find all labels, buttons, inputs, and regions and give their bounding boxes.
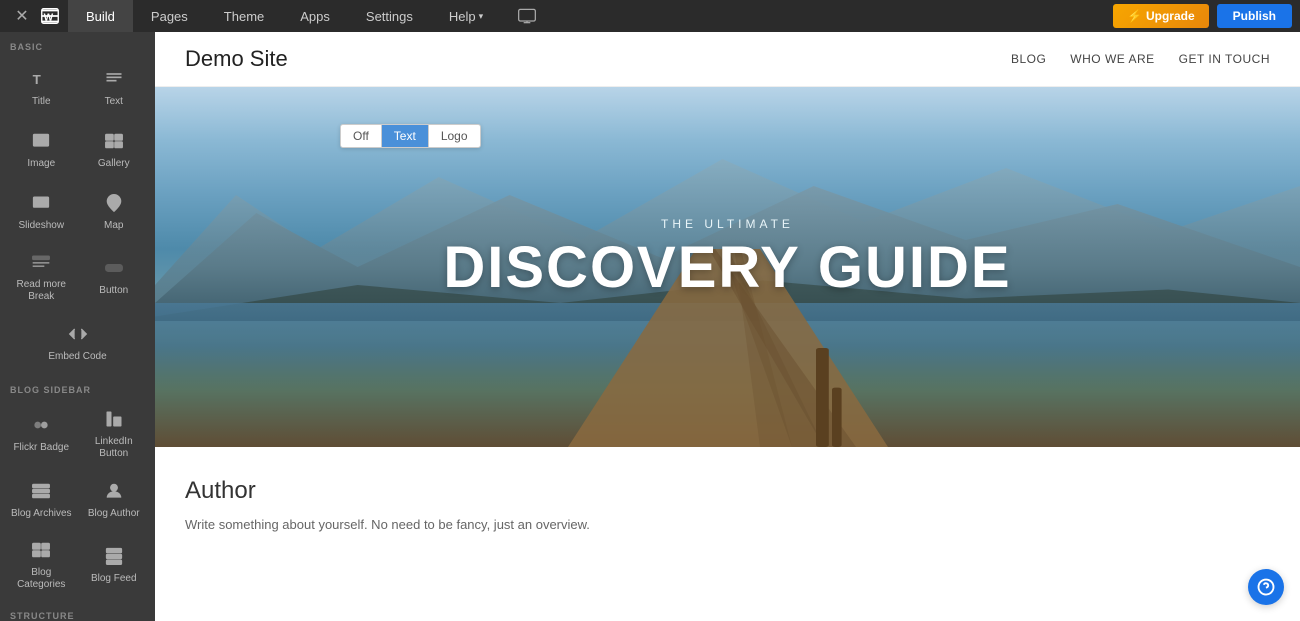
- button-icon: [104, 258, 124, 281]
- author-description: Write something about yourself. No need …: [185, 515, 1270, 536]
- linkedin-icon: [104, 409, 124, 432]
- widget-embed[interactable]: Embed Code: [6, 313, 149, 373]
- tab-apps[interactable]: Apps: [282, 0, 348, 32]
- hero-section: THE ULTIMATE DISCOVERY GUIDE: [155, 87, 1300, 447]
- widget-linkedin[interactable]: LinkedIn Button: [79, 401, 150, 468]
- widget-blog-archives-label: Blog Archives: [11, 508, 72, 520]
- section-label-basic: BASIC: [0, 32, 155, 56]
- widget-gallery-label: Gallery: [98, 158, 130, 170]
- logo-toggle-bar: Off Text Logo: [340, 124, 481, 148]
- weebly-logo: W: [36, 0, 64, 32]
- nav-get-in-touch[interactable]: GET IN TOUCH: [1179, 52, 1270, 66]
- chevron-down-icon: ▾: [479, 11, 484, 22]
- hero-title: DISCOVERY GUIDE: [443, 239, 1011, 297]
- blog-feed-icon: [104, 546, 124, 569]
- lightning-icon: ⚡: [1127, 9, 1142, 23]
- close-button[interactable]: ✕: [8, 0, 36, 32]
- site-title: Demo Site: [185, 46, 288, 72]
- widget-title[interactable]: T Title: [6, 58, 77, 118]
- map-icon: [104, 193, 124, 216]
- widget-map[interactable]: Map: [79, 182, 150, 242]
- widget-blog-feed[interactable]: Blog Feed: [79, 532, 150, 599]
- widget-flickr[interactable]: Flickr Badge: [6, 401, 77, 468]
- sidebar: BASIC T Title Text Image: [0, 32, 155, 621]
- svg-text:W: W: [44, 13, 54, 24]
- embed-icon: [68, 324, 88, 347]
- tab-settings[interactable]: Settings: [348, 0, 431, 32]
- widget-blog-author-label: Blog Author: [88, 508, 140, 520]
- tab-build[interactable]: Build: [68, 0, 133, 32]
- flickr-icon: [31, 415, 51, 438]
- hero-overlay: THE ULTIMATE DISCOVERY GUIDE: [155, 87, 1300, 447]
- tab-pages[interactable]: Pages: [133, 0, 206, 32]
- widget-button[interactable]: Button: [79, 244, 150, 311]
- widget-blog-categories-label: Blog Categories: [10, 567, 73, 591]
- blog-archives-icon: [31, 481, 51, 504]
- content-area: Demo Site BLOG WHO WE ARE GET IN TOUCH O…: [155, 32, 1300, 621]
- widget-image-label: Image: [27, 158, 55, 170]
- widget-linkedin-label: LinkedIn Button: [83, 436, 146, 460]
- widget-blog-archives[interactable]: Blog Archives: [6, 470, 77, 530]
- site-nav: BLOG WHO WE ARE GET IN TOUCH: [1011, 52, 1270, 66]
- author-box: Author Write something about yourself. N…: [185, 477, 1270, 536]
- nav-who-we-are[interactable]: WHO WE ARE: [1070, 52, 1154, 66]
- title-icon: T: [31, 69, 51, 92]
- upgrade-button[interactable]: ⚡Upgrade: [1113, 4, 1209, 28]
- sidebar-section: Author Write something about yourself. N…: [155, 447, 1300, 566]
- widget-map-label: Map: [104, 220, 123, 232]
- toggle-off[interactable]: Off: [341, 125, 382, 147]
- widget-text[interactable]: Text: [79, 58, 150, 118]
- main-layout: BASIC T Title Text Image: [0, 32, 1300, 621]
- widget-button-label: Button: [99, 285, 128, 297]
- widget-grid-basic: T Title Text Image Gallery: [0, 56, 155, 375]
- help-bubble[interactable]: [1248, 569, 1284, 605]
- widget-image[interactable]: Image: [6, 120, 77, 180]
- gallery-icon: [104, 131, 124, 154]
- toggle-text[interactable]: Text: [382, 125, 429, 147]
- publish-button[interactable]: Publish: [1217, 4, 1292, 28]
- section-label-blog-sidebar: BLOG SIDEBAR: [0, 375, 155, 399]
- site-preview[interactable]: Demo Site BLOG WHO WE ARE GET IN TOUCH O…: [155, 32, 1300, 621]
- readmore-icon: [31, 252, 51, 275]
- widget-text-label: Text: [105, 96, 123, 108]
- device-preview-icon[interactable]: [509, 6, 545, 26]
- site-header: Demo Site BLOG WHO WE ARE GET IN TOUCH: [155, 32, 1300, 87]
- widget-blog-categories[interactable]: Blog Categories: [6, 532, 77, 599]
- text-icon: [104, 69, 124, 92]
- blog-author-icon: [104, 481, 124, 504]
- hero-subtitle: THE ULTIMATE: [661, 217, 794, 231]
- tab-theme[interactable]: Theme: [206, 0, 282, 32]
- slideshow-icon: [31, 193, 51, 216]
- widget-readmore-label: Read more Break: [10, 279, 73, 303]
- top-bar-right: ⚡Upgrade Publish: [1113, 4, 1300, 28]
- nav-blog[interactable]: BLOG: [1011, 52, 1046, 66]
- widget-blog-author[interactable]: Blog Author: [79, 470, 150, 530]
- svg-text:T: T: [33, 72, 41, 87]
- author-title: Author: [185, 477, 1270, 505]
- top-bar: ✕ W Build Pages Theme Apps Settings Help…: [0, 0, 1300, 32]
- toggle-logo[interactable]: Logo: [429, 125, 480, 147]
- top-bar-left: ✕ W Build Pages Theme Apps Settings Help…: [8, 0, 545, 32]
- nav-tabs: Build Pages Theme Apps Settings Help ▾: [68, 0, 501, 32]
- widget-embed-label: Embed Code: [48, 351, 106, 363]
- widget-slideshow[interactable]: Slideshow: [6, 182, 77, 242]
- blog-categories-icon: [31, 540, 51, 563]
- widget-flickr-label: Flickr Badge: [13, 442, 69, 454]
- widget-gallery[interactable]: Gallery: [79, 120, 150, 180]
- widget-grid-blog: Flickr Badge LinkedIn Button Blog Archiv…: [0, 399, 155, 601]
- widget-slideshow-label: Slideshow: [18, 220, 64, 232]
- question-mark-icon: [1257, 578, 1275, 596]
- image-icon: [31, 131, 51, 154]
- widget-title-label: Title: [32, 96, 51, 108]
- widget-readmore[interactable]: Read more Break: [6, 244, 77, 311]
- widget-blog-feed-label: Blog Feed: [91, 573, 137, 585]
- tab-help[interactable]: Help ▾: [431, 0, 501, 32]
- section-label-structure: STRUCTURE: [0, 601, 155, 621]
